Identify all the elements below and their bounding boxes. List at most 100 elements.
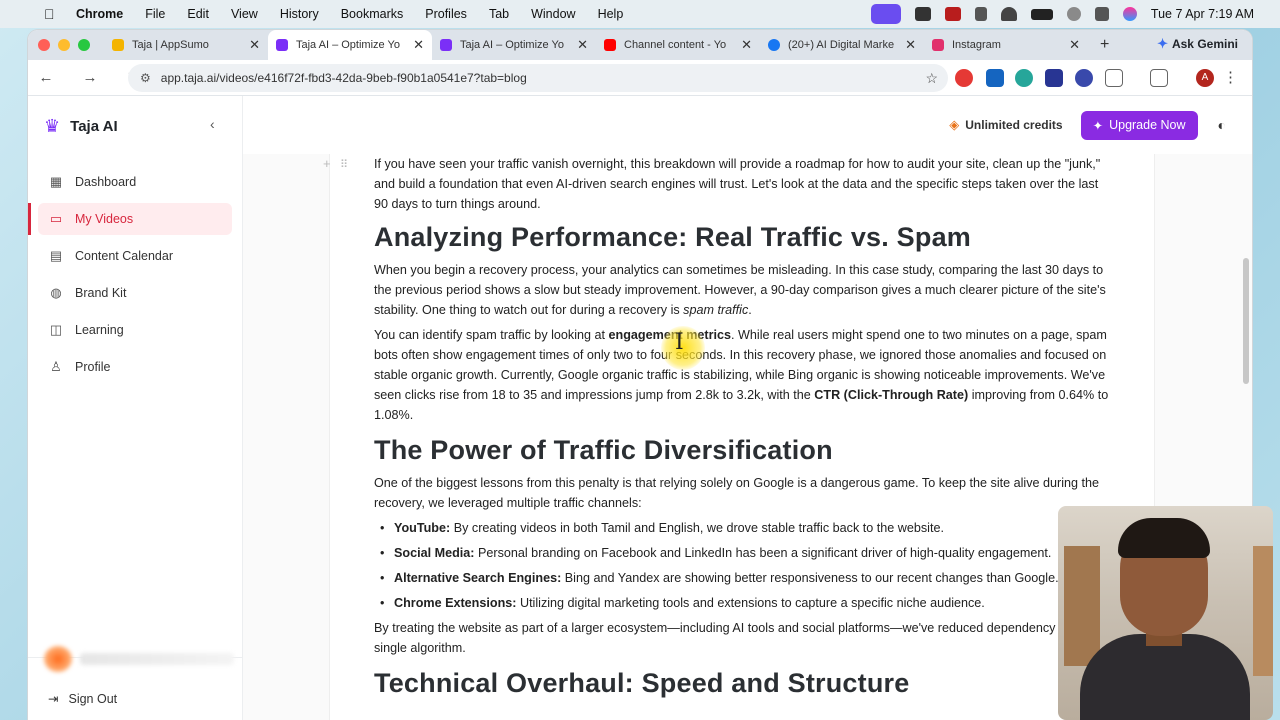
ecosystem-paragraph[interactable]: By treating the website as part of a lar…: [374, 618, 1114, 658]
blurred-user-card[interactable]: [44, 646, 234, 672]
calendar-icon: ▤: [49, 248, 63, 263]
app-sidebar: ♛ Taja AI ‹ ▦ Dashboard ▭ My Videos ▤ Co…: [28, 96, 243, 720]
menu-view[interactable]: View: [231, 7, 258, 21]
browser-tab[interactable]: Channel content - Yo ✕: [596, 30, 760, 60]
sidebar-item-content-calendar[interactable]: ▤ Content Calendar: [38, 240, 232, 272]
browser-tab[interactable]: (20+) AI Digital Marke ✕: [760, 30, 924, 60]
heading-technical[interactable]: Technical Overhaul: Speed and Structure: [374, 668, 1114, 698]
url-field[interactable]: ⚙ app.taja.ai/videos/e416f72f-fbd3-42da-…: [128, 64, 948, 92]
close-window-button[interactable]: [38, 39, 50, 51]
ask-gemini-label: Ask Gemini: [1171, 37, 1238, 51]
browser-tab-active[interactable]: Taja AI – Optimize Yo ✕: [268, 30, 432, 60]
presenter-hair: [1118, 518, 1210, 558]
theme-toggle-icon[interactable]: ◐: [1218, 117, 1226, 133]
sidebar-item-learning[interactable]: ◫ Learning: [38, 314, 232, 346]
apple-icon[interactable]: : [44, 6, 58, 22]
extension-green-icon[interactable]: [1015, 69, 1033, 87]
drag-handle-icon[interactable]: ⠿: [340, 158, 348, 171]
extension-navy-icon[interactable]: [1045, 69, 1063, 87]
credits-icon: ◈: [949, 117, 960, 132]
list-item[interactable]: Social Media: Personal branding on Faceb…: [374, 543, 1114, 563]
siri-icon[interactable]: [1122, 7, 1137, 21]
brand-name: Taja AI: [70, 117, 118, 135]
menu-bookmarks[interactable]: Bookmarks: [341, 7, 404, 21]
browser-menu-icon[interactable]: ⋮: [1223, 68, 1238, 86]
presenter-body: [1080, 634, 1250, 720]
minimize-window-button[interactable]: [58, 39, 70, 51]
ask-gemini-button[interactable]: ✦ Ask Gemini: [1157, 36, 1238, 52]
heading-diversification[interactable]: The Power of Traffic Diversification: [374, 435, 1114, 465]
performance-paragraph-1[interactable]: When you begin a recovery process, your …: [374, 260, 1114, 320]
battery-icon[interactable]: [1030, 8, 1053, 20]
intro-paragraph[interactable]: If you have seen your traffic vanish ove…: [374, 154, 1114, 214]
diversification-paragraph[interactable]: One of the biggest lessons from this pen…: [374, 473, 1114, 513]
sidebar-item-profile[interactable]: ♙ Profile: [38, 351, 232, 383]
list-item-title: Social Media:: [394, 546, 475, 560]
forward-arrow-icon[interactable]: →: [80, 69, 100, 86]
menubar-status-area: Tue 7 Apr 7:19 AM: [870, 0, 1254, 28]
tab-close-icon[interactable]: ✕: [1069, 37, 1080, 53]
sign-out-button[interactable]: ⇥ Sign Out: [48, 691, 118, 707]
menu-help[interactable]: Help: [598, 7, 624, 21]
tab-close-icon[interactable]: ✕: [413, 37, 424, 53]
tab-close-icon[interactable]: ✕: [249, 37, 260, 53]
webcam-background-frame: [1253, 546, 1273, 676]
extension-blue-icon[interactable]: [1075, 69, 1093, 87]
tab-close-icon[interactable]: ✕: [577, 37, 588, 53]
menu-edit[interactable]: Edit: [187, 7, 209, 21]
side-panel-icon[interactable]: [1150, 69, 1168, 87]
sign-out-label: Sign Out: [68, 691, 118, 706]
menu-profiles[interactable]: Profiles: [425, 7, 467, 21]
macos-menubar:  Chrome File Edit View History Bookmark…: [0, 0, 1280, 28]
bookmark-star-icon[interactable]: ☆: [925, 70, 938, 87]
upgrade-now-button[interactable]: ✦ Upgrade Now: [1080, 110, 1198, 140]
list-item[interactable]: YouTube: By creating videos in both Tami…: [374, 518, 1114, 538]
profile-avatar[interactable]: A: [1196, 69, 1214, 87]
tab-close-icon[interactable]: ✕: [905, 37, 916, 53]
recorder-icon[interactable]: [944, 7, 961, 21]
menu-file[interactable]: File: [145, 7, 165, 21]
menu-window[interactable]: Window: [531, 7, 575, 21]
browser-tab[interactable]: Taja AI – Optimize Yo ✕: [432, 30, 596, 60]
list-item[interactable]: Chrome Extensions: Utilizing digital mar…: [374, 593, 1114, 613]
sparkle-icon: ✦: [1092, 118, 1104, 133]
scrollbar-thumb[interactable]: [1243, 258, 1249, 384]
tab-favicon-icon: [604, 39, 616, 51]
wifi-icon[interactable]: [1000, 7, 1017, 21]
channels-list: YouTube: By creating videos in both Tami…: [374, 518, 1114, 613]
screen-record-icon[interactable]: [870, 4, 901, 24]
sidebar-item-dashboard[interactable]: ▦ Dashboard: [38, 166, 232, 198]
sidebar-nav: ▦ Dashboard ▭ My Videos ▤ Content Calend…: [28, 166, 242, 383]
list-item[interactable]: Alternative Search Engines: Bing and Yan…: [374, 568, 1114, 588]
new-tab-button[interactable]: +: [1100, 36, 1109, 54]
extensions-puzzle-icon[interactable]: [1105, 69, 1123, 87]
audio-levels-icon[interactable]: [974, 7, 987, 21]
tab-favicon-icon: [112, 39, 124, 51]
collapse-sidebar-icon[interactable]: ‹: [210, 116, 215, 132]
tab-close-icon[interactable]: ✕: [741, 37, 752, 53]
zoom-window-button[interactable]: [78, 39, 90, 51]
menu-history[interactable]: History: [280, 7, 319, 21]
browser-tab[interactable]: Taja | AppSumo ✕: [104, 30, 268, 60]
back-arrow-icon[interactable]: ←: [36, 69, 56, 86]
site-settings-icon[interactable]: ⚙: [140, 71, 151, 85]
menu-app-name[interactable]: Chrome: [76, 7, 123, 21]
add-block-icon[interactable]: +: [323, 156, 331, 171]
sidebar-item-brand-kit[interactable]: ◍ Brand Kit: [38, 277, 232, 309]
tab-bar: Taja | AppSumo ✕ Taja AI – Optimize Yo ✕…: [28, 30, 1252, 60]
extension-outlook-icon[interactable]: [986, 69, 1004, 87]
url-text: app.taja.ai/videos/e416f72f-fbd3-42da-9b…: [160, 71, 527, 85]
sidebar-item-my-videos[interactable]: ▭ My Videos: [28, 203, 232, 235]
tab-favicon-icon: [276, 39, 288, 51]
emphasis-spam-traffic: spam traffic: [683, 303, 749, 317]
browser-tab[interactable]: Instagram ✕: [924, 30, 1088, 60]
palette-icon: ◍: [50, 285, 62, 300]
extension-chrome-icon[interactable]: [955, 69, 973, 87]
performance-paragraph-2[interactable]: You can identify spam traffic by looking…: [374, 325, 1114, 425]
heading-performance[interactable]: Analyzing Performance: Real Traffic vs. …: [374, 222, 1114, 252]
spotlight-search-icon[interactable]: [1066, 7, 1081, 21]
menubar-clock[interactable]: Tue 7 Apr 7:19 AM: [1151, 7, 1254, 21]
menu-tab[interactable]: Tab: [489, 7, 509, 21]
control-center-icon[interactable]: [1094, 7, 1109, 21]
grid-app-icon[interactable]: [914, 7, 931, 21]
